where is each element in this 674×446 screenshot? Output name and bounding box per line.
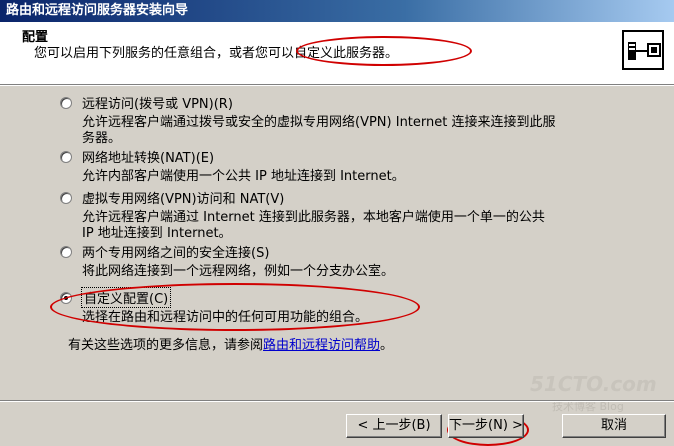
radio-secure-connection[interactable] (60, 245, 72, 258)
option-secure-connection[interactable]: 两个专用网络之间的安全连接(S) 将此网络连接到一个远程网络，例如一个分支办公室… (60, 242, 642, 280)
option-label[interactable]: 虚拟专用网络(VPN)访问和 NAT(V) (82, 188, 284, 207)
option-label[interactable]: 网络地址转换(NAT)(E) (82, 147, 214, 166)
option-label[interactable]: 远程访问(拨号或 VPN)(R) (82, 93, 233, 112)
options-area: 远程访问(拨号或 VPN)(R) 允许远程客户端通过拨号或安全的虚拟专用网络(V… (0, 85, 674, 390)
option-label[interactable]: 自定义配置(C) (80, 287, 172, 308)
option-label[interactable]: 两个专用网络之间的安全连接(S) (82, 242, 269, 261)
next-button[interactable]: 下一步(N) > (448, 414, 524, 438)
radio-remote-access[interactable] (60, 96, 72, 109)
wizard-header: 配置 您可以启用下列服务的任意组合，或者您可以自定义此服务器。 (0, 22, 674, 85)
window-title: 路由和远程访问服务器安装向导 (6, 3, 189, 18)
radio-custom-config[interactable] (60, 291, 72, 304)
option-vpn-nat[interactable]: 虚拟专用网络(VPN)访问和 NAT(V) 允许远程客户端通过 Internet… (60, 188, 642, 242)
option-custom-config[interactable]: 自定义配置(C) 选择在路由和远程访问中的任何可用功能的组合。 (60, 287, 642, 326)
page-subtitle: 您可以启用下列服务的任意组合，或者您可以自定义此服务器。 (34, 46, 399, 61)
option-remote-access[interactable]: 远程访问(拨号或 VPN)(R) 允许远程客户端通过拨号或安全的虚拟专用网络(V… (60, 93, 642, 147)
help-info: 有关这些选项的更多信息，请参阅路由和远程访问帮助。 (68, 334, 393, 353)
radio-vpn-nat[interactable] (60, 191, 72, 204)
option-nat[interactable]: 网络地址转换(NAT)(E) 允许内部客户端使用一个公共 IP 地址连接到 In… (60, 147, 642, 185)
option-description: 选择在路由和远程访问中的任何可用功能的组合。 (82, 310, 369, 325)
back-button[interactable]: < 上一步(B) (346, 414, 442, 438)
radio-nat[interactable] (60, 150, 72, 163)
help-link[interactable]: 路由和远程访问帮助 (263, 338, 380, 353)
option-description: 允许远程客户端通过拨号或安全的虚拟专用网络(VPN) Internet 连接来连… (82, 115, 556, 146)
option-description: 允许内部客户端使用一个公共 IP 地址连接到 Internet。 (82, 169, 405, 184)
server-network-icon (622, 30, 664, 70)
footer-divider (0, 400, 674, 402)
help-info-prefix: 有关这些选项的更多信息，请参阅 (68, 338, 264, 353)
option-description: 允许远程客户端通过 Internet 连接到此服务器，本地客户端使用一个单一的公… (82, 210, 545, 241)
option-description: 将此网络连接到一个远程网络，例如一个分支办公室。 (82, 264, 395, 279)
watermark: 51CTO.com (530, 372, 657, 396)
cancel-button[interactable]: 取消 (562, 414, 666, 438)
window-title-bar[interactable]: 路由和远程访问服务器安装向导 (0, 0, 674, 22)
help-info-suffix: 。 (380, 338, 394, 353)
